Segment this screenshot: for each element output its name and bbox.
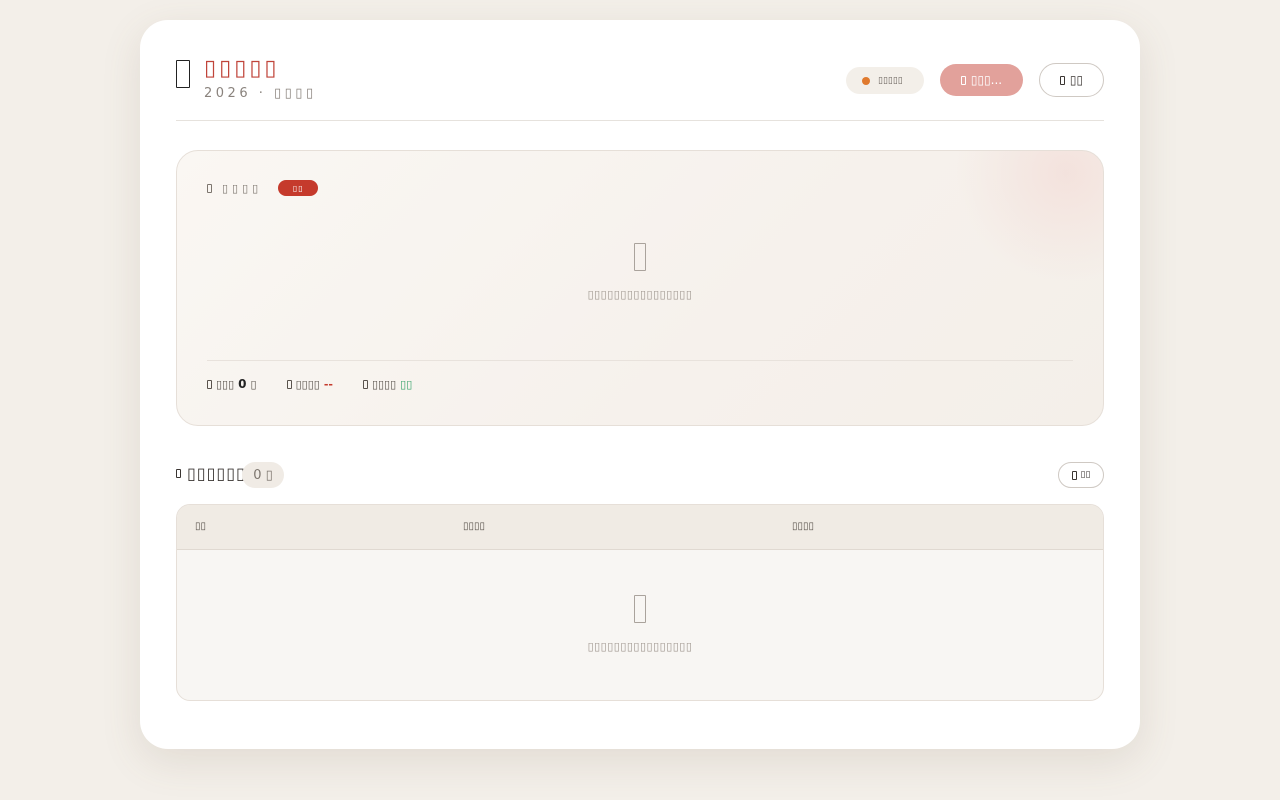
- stats-row: ▯▯▯ 0 ▯ ▯▯▯▯ -- ▯▯▯▯ ▯▯: [207, 377, 412, 391]
- stat-second-label: ▯▯▯▯: [295, 377, 320, 391]
- summary-panel: ▯▯▯▯ ▯▯ ▯▯▯▯▯▯▯▯▯▯▯▯▯▯▯▯ ▯▯▯ 0 ▯ ▯▯▯▯ --…: [176, 150, 1104, 426]
- logo-icon: [176, 60, 190, 88]
- stat-count-label: ▯▯▯: [216, 377, 235, 391]
- panel-heading: ▯▯▯▯: [222, 181, 263, 195]
- secondary-action-icon: [1059, 75, 1065, 85]
- column-header[interactable]: ▯▯▯▯: [792, 521, 814, 532]
- stat-third: ▯▯▯▯ ▯▯: [362, 377, 413, 391]
- stat-second-icon: [286, 379, 292, 389]
- primary-action-label: ▯▯▯...: [970, 73, 1003, 87]
- section-count-badge: 0 ▯: [242, 462, 284, 488]
- panel-badge: ▯▯: [278, 180, 319, 196]
- primary-action-button[interactable]: ▯▯▯...: [940, 64, 1023, 96]
- status-label: ▯▯▯▯▯: [878, 75, 903, 86]
- table-empty-text: ▯▯▯▯▯▯▯▯▯▯▯▯▯▯▯▯: [587, 640, 693, 653]
- column-header[interactable]: ▯▯: [195, 521, 206, 532]
- stat-count-unit: ▯: [250, 377, 257, 391]
- stat-count: ▯▯▯ 0 ▯: [207, 377, 257, 391]
- stat-third-value: ▯▯: [400, 377, 413, 391]
- stat-count-icon: [207, 379, 212, 389]
- page-subtitle: 2026 · ▯▯▯▯: [204, 86, 317, 101]
- header: ▯▯▯▯▯ 2026 · ▯▯▯▯ ▯▯▯▯▯ ▯▯▯... ▯▯: [176, 56, 1104, 121]
- stat-count-value: 0: [238, 377, 247, 391]
- list-section-header: ▯▯▯▯▯▯ 0 ▯ ▯▯: [176, 462, 1104, 488]
- section-action-icon: [1071, 470, 1077, 480]
- secondary-action-label: ▯▯: [1069, 73, 1084, 87]
- stat-third-icon: [362, 379, 368, 389]
- stat-third-label: ▯▯▯▯: [371, 377, 397, 391]
- panel-divider: [207, 360, 1073, 361]
- records-table: ▯▯ ▯▯▯▯ ▯▯▯▯ ▯▯▯▯▯▯▯▯▯▯▯▯▯▯▯▯: [176, 504, 1104, 701]
- panel-empty-state: ▯▯▯▯▯▯▯▯▯▯▯▯▯▯▯▯: [177, 243, 1103, 301]
- page-title: ▯▯▯▯▯: [204, 56, 280, 81]
- main-card: ▯▯▯▯▯ 2026 · ▯▯▯▯ ▯▯▯▯▯ ▯▯▯... ▯▯ ▯▯▯▯ ▯…: [140, 20, 1140, 749]
- panel-header: ▯▯▯▯ ▯▯: [207, 180, 319, 196]
- section-action-label: ▯▯: [1080, 470, 1091, 480]
- section-action-button[interactable]: ▯▯: [1058, 462, 1104, 488]
- secondary-action-button[interactable]: ▯▯: [1039, 63, 1104, 97]
- panel-empty-text: ▯▯▯▯▯▯▯▯▯▯▯▯▯▯▯▯: [587, 288, 693, 301]
- table-empty-state: ▯▯▯▯▯▯▯▯▯▯▯▯▯▯▯▯: [177, 595, 1103, 653]
- status-badge: ▯▯▯▯▯: [846, 67, 924, 94]
- stat-second-value: --: [323, 377, 333, 391]
- status-dot-icon: [862, 76, 870, 85]
- section-title-text: ▯▯▯▯▯▯: [187, 464, 246, 483]
- action-icon: [960, 75, 966, 85]
- stat-second: ▯▯▯▯ --: [286, 377, 333, 391]
- section-title: ▯▯▯▯▯▯: [176, 464, 246, 483]
- empty-state-icon: [634, 243, 646, 271]
- panel-heading-icon: [207, 183, 212, 193]
- column-header[interactable]: ▯▯▯▯: [463, 521, 485, 532]
- section-title-icon: [176, 469, 181, 478]
- table-header: ▯▯ ▯▯▯▯ ▯▯▯▯: [177, 505, 1103, 550]
- table-empty-icon: [634, 595, 646, 623]
